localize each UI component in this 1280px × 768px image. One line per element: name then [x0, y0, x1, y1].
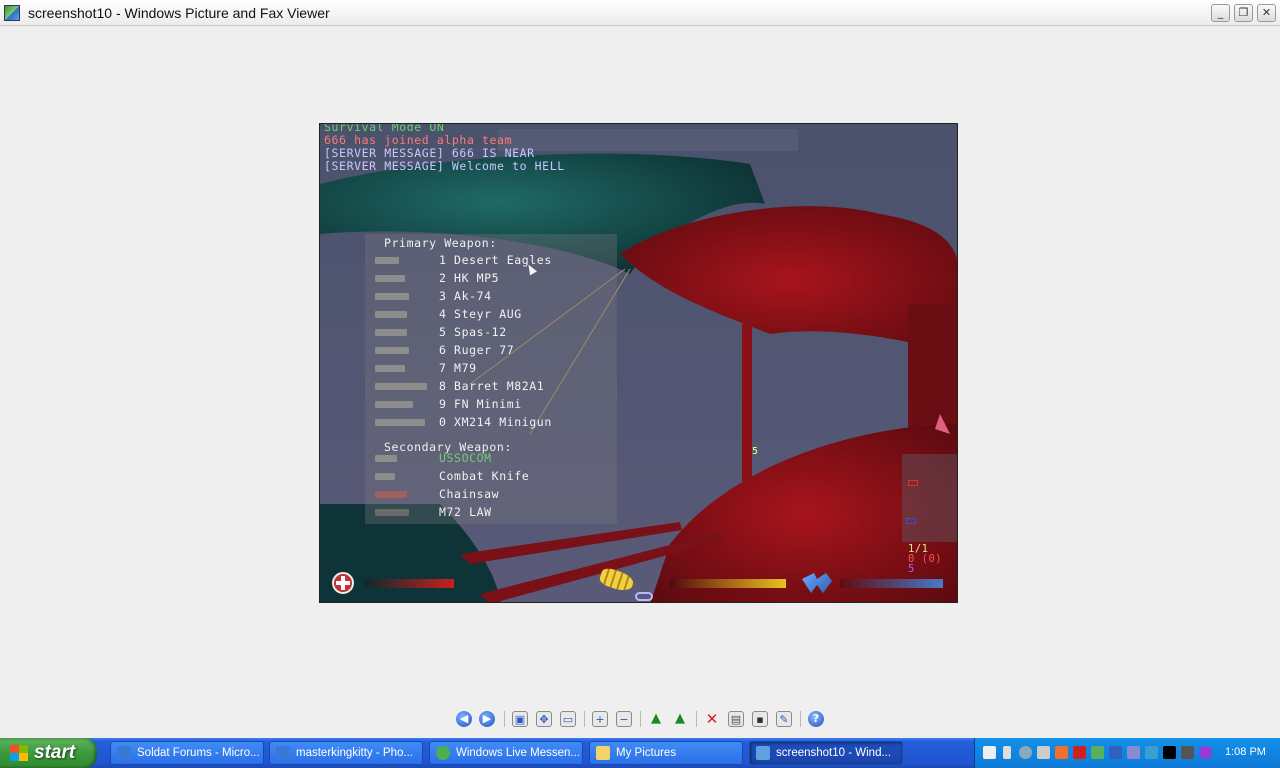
- camera-icon[interactable]: [1037, 746, 1050, 759]
- enemy-marker-icon: [908, 480, 918, 486]
- maximize-button[interactable]: ❐: [1234, 4, 1253, 22]
- network-icon[interactable]: [1109, 746, 1122, 759]
- volume-icon[interactable]: [1003, 746, 1011, 759]
- toolbar-separator: [640, 711, 641, 727]
- chat-log: Survival Mode ON 666 has joined alpha te…: [324, 124, 565, 173]
- title-bar[interactable]: screenshot10 - Windows Picture and Fax V…: [0, 0, 1280, 26]
- weapon-option[interactable]: 4 Steyr AUG: [365, 306, 617, 324]
- m-app-icon[interactable]: [1163, 746, 1176, 759]
- toolbar-separator: [584, 711, 585, 727]
- next-image-icon[interactable]: ▶: [479, 711, 495, 727]
- toolbar-separator: [504, 711, 505, 727]
- weapon-option[interactable]: 5 Spas-12: [365, 324, 617, 342]
- weapon-option[interactable]: M72 LAW: [365, 504, 617, 522]
- window-title: screenshot10 - Windows Picture and Fax V…: [28, 5, 330, 21]
- minigun-icon: [375, 419, 425, 426]
- bluetooth-icon[interactable]: [1127, 746, 1140, 759]
- pistol-icon: [375, 257, 399, 264]
- rotate-counterclockwise-icon[interactable]: ▲: [672, 711, 688, 727]
- best-fit-icon[interactable]: ▣: [512, 711, 528, 727]
- smg-icon: [375, 275, 405, 282]
- rotate-clockwise-icon[interactable]: ▲: [648, 711, 664, 727]
- weapon-option[interactable]: 7 M79: [365, 360, 617, 378]
- rocket-launcher-icon: [375, 509, 409, 516]
- minimize-button[interactable]: _: [1211, 4, 1230, 22]
- clock: 1:08 PM: [1225, 746, 1266, 758]
- taskbar-item-screenshot10[interactable]: screenshot10 - Wind...: [749, 741, 903, 765]
- picture-viewer-icon: [756, 746, 770, 760]
- taskbar-item-soldat-forums[interactable]: Soldat Forums - Micro...: [110, 741, 264, 765]
- weapon-option-selected[interactable]: USSOCOM: [365, 450, 617, 468]
- actual-size-icon[interactable]: ✥: [536, 711, 552, 727]
- primary-weapon-header: Primary Weapon:: [384, 236, 497, 250]
- chainsaw-icon: [375, 491, 407, 498]
- health-icon: [332, 572, 354, 594]
- weapon-option[interactable]: 0 XM214 Minigun: [365, 414, 617, 432]
- print-icon[interactable]: ▤: [728, 711, 744, 727]
- weapon-option[interactable]: 8 Barret M82A1: [365, 378, 617, 396]
- taskbar-item-messenger[interactable]: Windows Live Messen...: [429, 741, 583, 765]
- windows-logo-icon: [10, 745, 28, 761]
- rifle-icon: [375, 347, 409, 354]
- save-icon[interactable]: ▪: [752, 711, 768, 727]
- tools-icon[interactable]: [1055, 746, 1068, 759]
- rifle-icon: [375, 311, 407, 318]
- minimap: [902, 454, 957, 542]
- weapon-selection-menu: Primary Weapon: 1 Desert Eagles 2 HK MP5…: [365, 234, 617, 524]
- viewer-toolbar: ◀ ▶ ▣ ✥ ▭ + − ▲ ▲ ✕ ▤ ▪ ✎ ?: [448, 708, 833, 730]
- system-tray: 1:08 PM: [974, 738, 1280, 768]
- start-label: start: [34, 742, 76, 763]
- weapon-option[interactable]: Chainsaw: [365, 486, 617, 504]
- shotgun-icon: [375, 329, 407, 336]
- help-icon[interactable]: [983, 746, 996, 759]
- score-panel: 1/1 0 (0) 5: [908, 544, 942, 575]
- zoom-out-icon[interactable]: −: [616, 711, 632, 727]
- picture-viewer-icon: [4, 5, 20, 21]
- machine-gun-icon: [375, 401, 413, 408]
- zoom-in-icon[interactable]: +: [592, 711, 608, 727]
- weapon-option[interactable]: 1 Desert Eagles: [365, 252, 617, 270]
- shield-icon[interactable]: [1073, 746, 1086, 759]
- edit-icon[interactable]: ✎: [776, 711, 792, 727]
- pistol-icon: [375, 455, 397, 462]
- taskbar-item-photobucket[interactable]: masterkingkitty - Pho...: [269, 741, 423, 765]
- folder-icon: [596, 746, 610, 760]
- jet-fuel-bar: [840, 579, 943, 588]
- monitor-icon[interactable]: [1181, 746, 1194, 759]
- game-screenshot: Survival Mode ON 666 has joined alpha te…: [319, 123, 958, 603]
- grenade-icon: [635, 592, 653, 601]
- weapon-option[interactable]: Combat Knife: [365, 468, 617, 486]
- toolbar-separator: [696, 711, 697, 727]
- weapon-option[interactable]: 3 Ak-74: [365, 288, 617, 306]
- purple-app-icon[interactable]: [1199, 746, 1212, 759]
- browser-icon: [276, 746, 290, 760]
- weapon-option[interactable]: 2 HK MP5: [365, 270, 617, 288]
- taskbar-item-my-pictures[interactable]: My Pictures: [589, 741, 743, 765]
- weapon-option[interactable]: 9 FN Minimi: [365, 396, 617, 414]
- help-icon[interactable]: ?: [808, 711, 824, 727]
- rifle-icon: [375, 293, 409, 300]
- start-button[interactable]: start: [0, 738, 97, 768]
- ammo-bar: [670, 579, 786, 588]
- messenger-icon[interactable]: [1091, 746, 1104, 759]
- browser-icon: [117, 746, 131, 760]
- grenade-launcher-icon: [375, 365, 405, 372]
- marker-number: 5: [752, 446, 759, 457]
- chat-line: [SERVER MESSAGE] Welcome to HELL: [324, 159, 565, 173]
- taskbar: start Soldat Forums - Micro... masterkin…: [0, 738, 1280, 768]
- weapon-option[interactable]: 6 Ruger 77: [365, 342, 617, 360]
- slideshow-icon[interactable]: ▭: [560, 711, 576, 727]
- sniper-rifle-icon: [375, 383, 427, 390]
- messenger-icon: [436, 746, 450, 760]
- extra-count: 5: [908, 563, 915, 575]
- display-icon[interactable]: [1145, 746, 1158, 759]
- knife-icon: [375, 473, 395, 480]
- previous-image-icon[interactable]: ◀: [456, 711, 472, 727]
- health-bar: [364, 579, 454, 588]
- toolbar-separator: [800, 711, 801, 727]
- close-button[interactable]: ✕: [1257, 4, 1276, 22]
- delete-icon[interactable]: ✕: [704, 711, 720, 727]
- expand-tray-icon[interactable]: [1019, 746, 1032, 759]
- ally-marker-icon: [906, 518, 916, 524]
